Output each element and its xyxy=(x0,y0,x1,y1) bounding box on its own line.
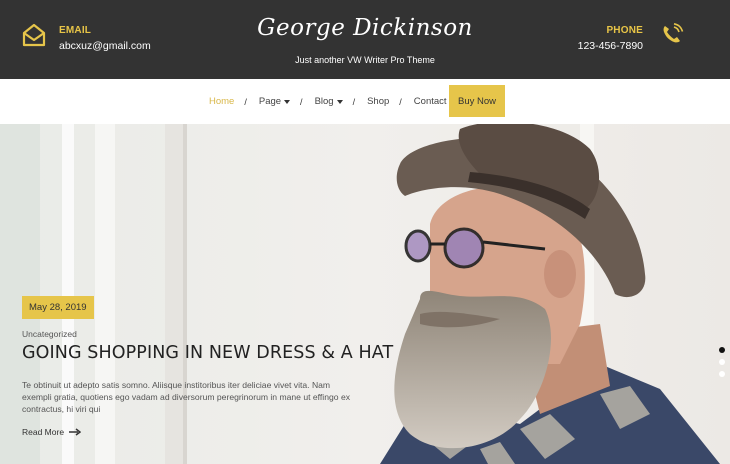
nav-separator: / xyxy=(399,96,402,107)
top-header: EMAIL abcxuz@gmail.com George Dickinson … xyxy=(0,0,730,79)
hero-slider: May 28, 2019 Uncategorized GOING SHOPPIN… xyxy=(0,124,730,464)
site-tagline: Just another VW Writer Pro Theme xyxy=(295,55,435,65)
nav-separator: / xyxy=(352,96,356,107)
phone-ringing-icon xyxy=(663,23,684,43)
nav-separator: / xyxy=(300,96,303,107)
read-more-label: Read More xyxy=(22,427,65,437)
post-excerpt: Te obtinuit ut adepto satis somno. Aliis… xyxy=(22,380,351,414)
nav-item-shop[interactable]: Shop xyxy=(367,96,389,107)
post-title[interactable]: GOING SHOPPING IN NEW DRESS & A HAT xyxy=(22,343,393,363)
caret-down-icon xyxy=(336,99,343,104)
nav-item-contact[interactable]: Contact xyxy=(414,96,447,107)
post-category[interactable]: Uncategorized xyxy=(22,329,372,339)
email-value[interactable]: abcxuz@gmail.com xyxy=(59,39,151,53)
slider-dot-1[interactable] xyxy=(719,347,725,353)
nav-item-home[interactable]: Home xyxy=(209,96,234,107)
buy-now-button[interactable]: Buy Now xyxy=(449,85,505,117)
caret-down-icon xyxy=(284,99,291,104)
nav-separator: / xyxy=(244,96,247,107)
post-date-badge[interactable]: May 28, 2019 xyxy=(22,296,94,319)
slider-dot-3[interactable] xyxy=(719,371,725,377)
nav-item-blog[interactable]: Blog xyxy=(315,96,343,107)
phone-label: PHONE xyxy=(606,25,643,36)
phone-contact: PHONE 123-456-7890 xyxy=(578,25,643,53)
arrow-right-icon xyxy=(69,428,82,436)
read-more-link[interactable]: Read More xyxy=(22,427,372,437)
slider-dots xyxy=(719,347,727,383)
main-navigation: Home / Page / Blog / Shop / Contact / Bu… xyxy=(0,79,730,124)
phone-value[interactable]: 123-456-7890 xyxy=(578,39,643,53)
slide-caption: May 28, 2019 Uncategorized GOING SHOPPIN… xyxy=(22,295,393,437)
nav-menu: Home / Page / Blog / Shop / Contact / xyxy=(209,79,471,124)
nav-item-page[interactable]: Page xyxy=(259,96,291,107)
slider-dot-2[interactable] xyxy=(719,359,725,365)
